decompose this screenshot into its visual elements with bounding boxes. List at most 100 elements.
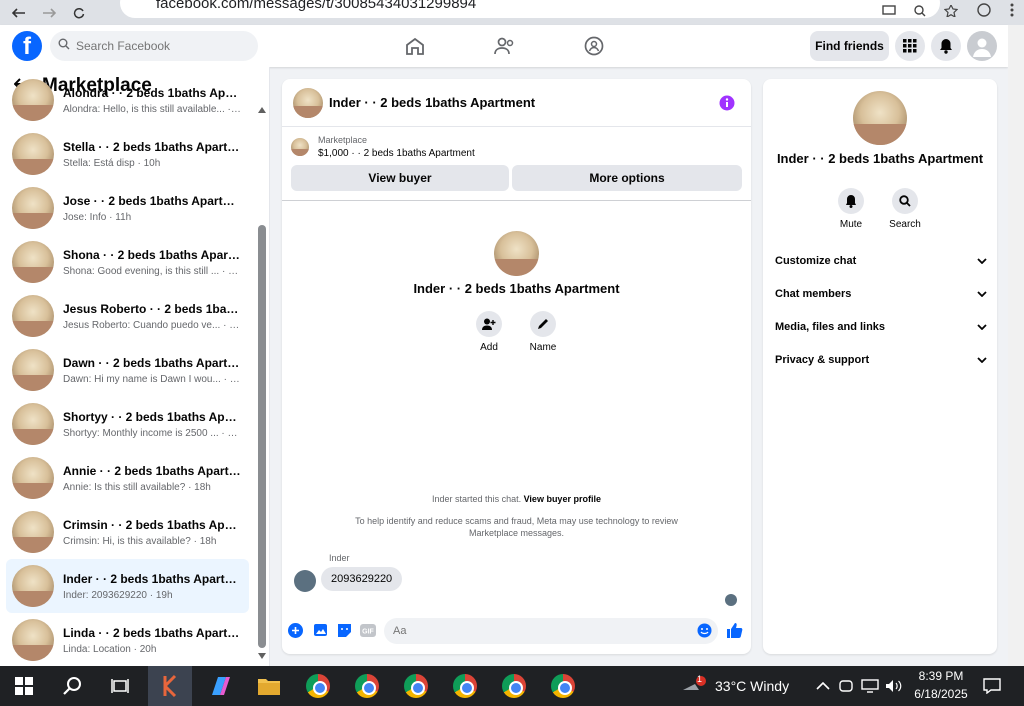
chat-started-notice: Inder started this chat. View buyer prof… bbox=[432, 494, 601, 504]
customize-chat-row[interactable]: Customize chat bbox=[775, 255, 987, 267]
notifications-bell-icon[interactable] bbox=[931, 31, 961, 61]
clock-date[interactable]: 6/18/2025 bbox=[910, 687, 972, 701]
view-buyer-button[interactable]: View buyer bbox=[291, 165, 509, 191]
zoom-icon[interactable] bbox=[914, 4, 926, 22]
facebook-header: f Find friends bbox=[0, 25, 1008, 67]
more-options-button[interactable]: More options bbox=[512, 165, 742, 191]
cast-icon[interactable] bbox=[882, 4, 896, 22]
find-friends-button[interactable]: Find friends bbox=[810, 31, 889, 61]
emoji-icon[interactable] bbox=[697, 623, 712, 643]
listing-summary[interactable]: Marketplace $1,000 · · 2 beds 1baths Apa… bbox=[291, 135, 475, 159]
listing-thumbnail bbox=[12, 619, 54, 661]
privacy-support-row[interactable]: Privacy & support bbox=[775, 354, 987, 366]
plus-icon[interactable] bbox=[288, 623, 303, 643]
chrome-profile-icon[interactable] bbox=[352, 671, 382, 701]
conversation-item[interactable]: Annie · · 2 beds 1baths Apartme... Annie… bbox=[6, 451, 249, 505]
sticker-icon[interactable] bbox=[337, 623, 352, 643]
conversation-item[interactable]: Dawn · · 2 beds 1baths Apartme... Dawn: … bbox=[6, 343, 249, 397]
edit-pencil-icon[interactable] bbox=[530, 311, 556, 337]
system-alert-icon[interactable]: 1 bbox=[679, 671, 709, 701]
menu-grid-icon[interactable] bbox=[895, 31, 925, 61]
groups-icon[interactable] bbox=[581, 33, 607, 59]
sidebar-scroll-thumb[interactable] bbox=[258, 225, 266, 648]
conversation-item[interactable]: Jose · · 2 beds 1baths Apartment Jose: I… bbox=[6, 181, 249, 235]
mute-label: Mute bbox=[839, 219, 863, 230]
conversation-item-active[interactable]: Inder · · 2 beds 1baths Apartment Inder:… bbox=[6, 559, 249, 613]
friends-icon[interactable] bbox=[492, 33, 518, 59]
add-label: Add bbox=[480, 342, 498, 353]
page-scrollbar[interactable] bbox=[1008, 25, 1024, 666]
file-explorer-icon[interactable] bbox=[254, 671, 284, 701]
conversation-item[interactable]: Alondra · · 2 beds 1baths Apartment Alon… bbox=[6, 73, 249, 127]
search-icon[interactable] bbox=[892, 188, 918, 214]
clock-time[interactable]: 8:39 PM bbox=[916, 669, 966, 683]
photo-icon[interactable] bbox=[313, 623, 328, 642]
account-avatar[interactable] bbox=[967, 31, 997, 61]
conversation-name: Crimsin · · 2 beds 1baths Apart... bbox=[63, 517, 241, 532]
browser-menu-icon[interactable] bbox=[1010, 3, 1014, 22]
scroll-down-icon[interactable] bbox=[258, 653, 266, 659]
facebook-logo[interactable]: f bbox=[12, 31, 42, 61]
action-center-icon[interactable] bbox=[977, 671, 1007, 701]
listing-thumbnail bbox=[12, 349, 54, 391]
weather-text[interactable]: 33°C Windy bbox=[715, 678, 789, 694]
conversation-item[interactable]: Shona · · 2 beds 1baths Apartm... Shona:… bbox=[6, 235, 249, 289]
conversation-name: Linda · · 2 beds 1baths Apartment bbox=[63, 625, 241, 640]
conversation-item[interactable]: Linda · · 2 beds 1baths Apartment Linda:… bbox=[6, 613, 249, 666]
conversation-item[interactable]: Stella · · 2 beds 1baths Apartment Stell… bbox=[6, 127, 249, 181]
home-icon[interactable] bbox=[402, 33, 428, 59]
conversation-preview: Jesus Roberto: Cuando puedo ve... · 17h bbox=[63, 319, 241, 331]
pinned-app-icon[interactable] bbox=[148, 666, 192, 706]
forward-icon[interactable] bbox=[38, 2, 60, 24]
conversation-preview: Dawn: Hi my name is Dawn I wou... · 17h bbox=[63, 373, 241, 385]
media-files-links-row[interactable]: Media, files and links bbox=[775, 321, 987, 333]
search-icon bbox=[58, 37, 70, 55]
listing-thumbnail bbox=[12, 565, 54, 607]
windows-start-icon[interactable] bbox=[9, 671, 39, 701]
conversation-preview: Shortyy: Monthly income is 2500 ... · 18… bbox=[63, 427, 241, 439]
conversation-item[interactable]: Crimsin · · 2 beds 1baths Apart... Crims… bbox=[6, 505, 249, 559]
message-bubble[interactable]: 2093629220 bbox=[321, 567, 403, 591]
chrome-profile-f-icon[interactable] bbox=[303, 671, 333, 701]
view-buyer-profile-link[interactable]: View buyer profile bbox=[524, 494, 601, 504]
chrome-profile-icon[interactable] bbox=[548, 671, 578, 701]
chevron-down-icon bbox=[977, 324, 987, 330]
search-label: Search bbox=[889, 219, 921, 230]
add-people-icon[interactable] bbox=[476, 311, 502, 337]
reload-icon[interactable] bbox=[68, 2, 90, 24]
facebook-search[interactable] bbox=[50, 31, 258, 61]
conversation-preview: Linda: Location · 20h bbox=[63, 643, 157, 655]
chrome-profile-icon[interactable] bbox=[401, 671, 431, 701]
address-bar[interactable]: facebook.com/messages/t/3008543403129989… bbox=[120, 0, 940, 18]
bookmark-star-icon[interactable] bbox=[943, 3, 959, 22]
conversation-name: Inder · · 2 beds 1baths Apartment bbox=[63, 571, 241, 586]
buyer-avatar bbox=[494, 231, 539, 276]
chat-members-row[interactable]: Chat members bbox=[775, 288, 987, 300]
scam-notice: To help identify and reduce scams and fr… bbox=[355, 516, 678, 538]
taskbar-search-icon[interactable] bbox=[57, 671, 87, 701]
listing-thumbnail bbox=[12, 241, 54, 283]
scroll-up-icon[interactable] bbox=[258, 107, 266, 113]
gif-icon[interactable]: GIF bbox=[360, 624, 376, 642]
sidebar-scrollbar[interactable] bbox=[256, 103, 268, 660]
copilot-icon[interactable] bbox=[205, 671, 235, 701]
conversation-preview: Inder: 2093629220 · 19h bbox=[63, 589, 173, 601]
info-icon[interactable] bbox=[719, 95, 735, 116]
conversation-item[interactable]: Shortyy · · 2 beds 1baths Apart... Short… bbox=[6, 397, 249, 451]
profile-icon[interactable] bbox=[976, 3, 992, 22]
mute-bell-icon[interactable] bbox=[838, 188, 864, 214]
task-view-icon[interactable] bbox=[105, 671, 135, 701]
chat-avatar[interactable] bbox=[293, 87, 323, 118]
conversation-name: Dawn · · 2 beds 1baths Apartme... bbox=[63, 355, 241, 370]
back-icon[interactable] bbox=[8, 2, 30, 24]
conversation-item[interactable]: Jesus Roberto · · 2 beds 1baths ... Jesu… bbox=[6, 289, 249, 343]
message-input[interactable] bbox=[393, 625, 673, 637]
search-input[interactable] bbox=[76, 39, 246, 53]
chrome-profile-icon[interactable] bbox=[450, 671, 480, 701]
chat-title[interactable]: Inder · · 2 beds 1baths Apartment bbox=[329, 95, 535, 110]
message-input-box[interactable] bbox=[384, 618, 718, 644]
like-thumb-icon[interactable] bbox=[726, 622, 743, 644]
chrome-profile-icon[interactable] bbox=[499, 671, 529, 701]
volume-icon[interactable] bbox=[879, 671, 909, 701]
conversation-list: Alondra · · 2 beds 1baths Apartment Alon… bbox=[6, 79, 249, 666]
